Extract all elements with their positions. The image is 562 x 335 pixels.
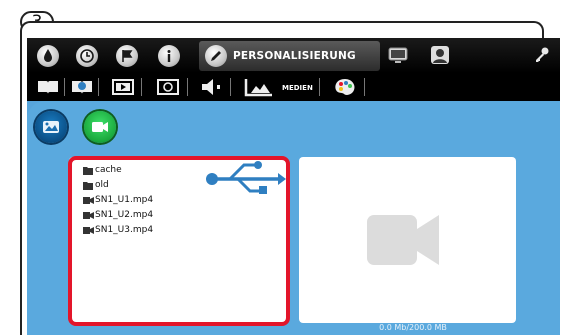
tab-personalisierung[interactable]: PERSONALISIERUNG: [199, 41, 380, 71]
image-mode-button[interactable]: [35, 111, 67, 143]
storage-usage-text: 0.0 Mb/200.0 MB: [379, 323, 447, 332]
slideshow-icon[interactable]: [111, 77, 135, 97]
video-mode-icon: [92, 122, 108, 132]
tab-personalisierung-label: PERSONALISIERUNG: [233, 50, 356, 62]
palette-icon[interactable]: [332, 77, 358, 97]
flag-icon[interactable]: [116, 45, 138, 67]
top-toolbar: PERSONALISIERUNG: [27, 38, 560, 73]
video-placeholder-icon: [367, 215, 439, 265]
user-icon[interactable]: [429, 44, 451, 66]
water-drop-icon[interactable]: [37, 45, 59, 67]
help-book-icon[interactable]: [70, 77, 94, 97]
sub-toolbar: MEDIEN: [27, 73, 560, 101]
clock-icon[interactable]: [76, 45, 98, 67]
file-list-highlight: [68, 156, 290, 326]
monitor-icon[interactable]: [387, 45, 409, 65]
camera-icon[interactable]: [156, 77, 180, 97]
info-icon[interactable]: [158, 45, 180, 67]
speaker-icon[interactable]: [199, 77, 225, 97]
pencil-icon: [205, 45, 227, 67]
video-preview-panel: [299, 157, 516, 323]
medien-tab-label: MEDIEN: [282, 84, 313, 92]
image-mode-icon: [43, 121, 59, 133]
key-icon[interactable]: [533, 46, 551, 64]
book-icon[interactable]: [36, 77, 60, 97]
medien-tab-icon[interactable]: [242, 77, 278, 97]
video-mode-button[interactable]: [84, 111, 116, 143]
